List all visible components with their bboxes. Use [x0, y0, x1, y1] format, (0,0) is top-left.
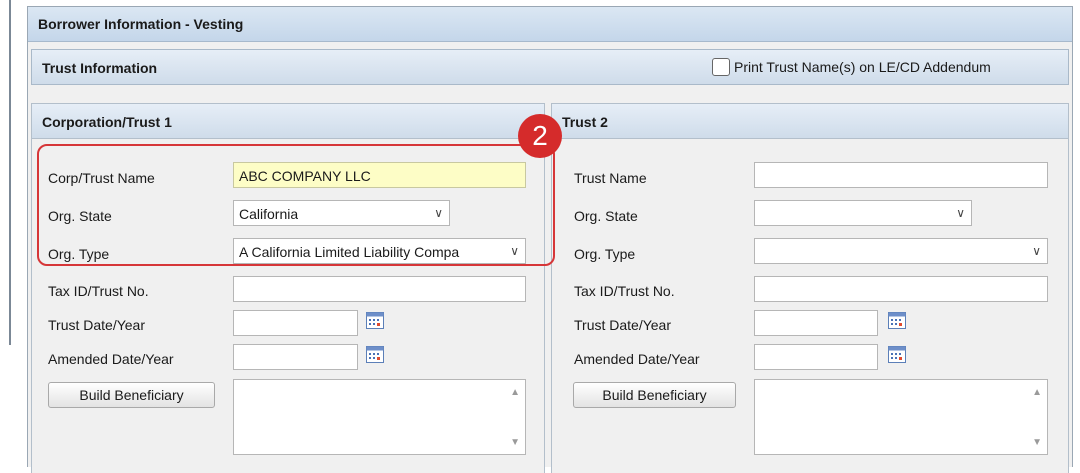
trust2-type-select[interactable]: ∨ [754, 238, 1048, 264]
trust1-amended-field[interactable] [233, 344, 358, 370]
trust2-state-label: Org. State [574, 208, 638, 224]
trust1-header: Corporation/Trust 1 [32, 104, 544, 139]
calendar-icon[interactable] [366, 312, 384, 329]
trust2-name-label: Trust Name [574, 170, 647, 186]
chevron-down-icon: ∨ [956, 206, 965, 220]
callout-number-badge: 2 [518, 114, 562, 158]
calendar-icon[interactable] [888, 346, 906, 363]
callout-highlight-box [37, 144, 555, 266]
trust2-date-label: Trust Date/Year [574, 317, 672, 333]
trust2-header: Trust 2 [552, 104, 1068, 139]
trust2-date-field[interactable] [754, 310, 878, 336]
print-trust-name-checkbox[interactable] [712, 58, 730, 76]
calendar-icon[interactable] [366, 346, 384, 363]
left-edge [0, 0, 20, 467]
trust2-name-field[interactable] [754, 162, 1048, 188]
scroll-up-arrow-icon[interactable]: ▲ [1032, 387, 1042, 398]
trust-information-title: Trust Information [42, 60, 158, 76]
trust1-date-label: Trust Date/Year [48, 317, 146, 333]
build-beneficiary-button[interactable]: Build Beneficiary [48, 382, 215, 408]
scroll-down-arrow-icon[interactable]: ▼ [1032, 437, 1042, 448]
trust2-type-label: Org. Type [574, 246, 636, 262]
trust1-beneficiary-textarea[interactable]: ▲ ▼ [233, 379, 526, 455]
left-divider [9, 0, 11, 345]
trust2-amended-field[interactable] [754, 344, 878, 370]
build-beneficiary-button[interactable]: Build Beneficiary [573, 382, 736, 408]
trust2-state-select[interactable]: ∨ [754, 200, 972, 226]
section-title: Borrower Information - Vesting [38, 16, 244, 32]
trust2-amended-label: Amended Date/Year [574, 351, 700, 367]
chevron-down-icon: ∨ [1032, 244, 1041, 258]
scroll-up-arrow-icon[interactable]: ▲ [510, 387, 520, 398]
scroll-down-arrow-icon[interactable]: ▼ [510, 437, 520, 448]
trust2-title: Trust 2 [562, 114, 608, 130]
trust2-taxid-label: Tax ID/Trust No. [574, 283, 675, 299]
trust1-amended-label: Amended Date/Year [48, 351, 174, 367]
calendar-icon[interactable] [888, 312, 906, 329]
trust1-taxid-label: Tax ID/Trust No. [48, 283, 149, 299]
print-trust-name-label[interactable]: Print Trust Name(s) on LE/CD Addendum [734, 59, 991, 75]
trust1-title: Corporation/Trust 1 [42, 114, 172, 130]
trust2-beneficiary-textarea[interactable]: ▲ ▼ [754, 379, 1048, 455]
trust1-taxid-field[interactable] [233, 276, 526, 302]
trust-information-bar: Trust Information Print Trust Name(s) on… [31, 49, 1069, 85]
trust1-date-field[interactable] [233, 310, 358, 336]
section-header: Borrower Information - Vesting [28, 7, 1072, 42]
trust2-taxid-field[interactable] [754, 276, 1048, 302]
trust2-panel: Trust 2 Trust Name Org. State ∨ Org. Typ… [551, 103, 1069, 473]
